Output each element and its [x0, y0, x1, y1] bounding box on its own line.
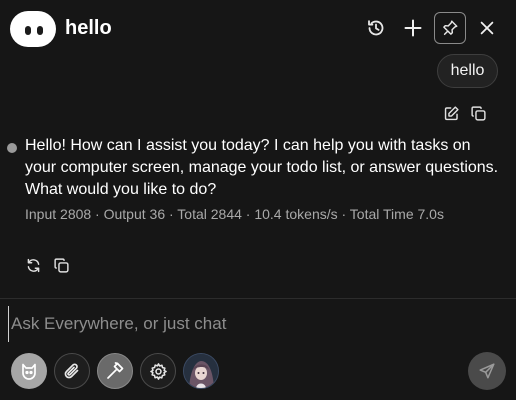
gear-icon — [149, 362, 167, 380]
app-logo — [10, 11, 56, 47]
plus-icon — [404, 19, 422, 37]
edit-icon — [444, 105, 459, 120]
chat-window: hello hello Hello! How can I assist you … — [0, 0, 516, 400]
tools-button[interactable] — [97, 353, 133, 389]
copy-icon — [53, 257, 69, 273]
header: hello — [0, 0, 516, 58]
settings-button[interactable] — [140, 353, 176, 389]
copy-assistant-message-button[interactable] — [52, 256, 70, 274]
pin-button[interactable] — [434, 12, 466, 44]
close-icon — [480, 21, 494, 35]
history-button[interactable] — [360, 12, 392, 44]
input-divider — [0, 298, 516, 299]
paperclip-icon — [64, 363, 79, 379]
history-icon — [368, 20, 384, 36]
avatar — [184, 354, 218, 388]
attach-button[interactable] — [54, 353, 90, 389]
edit-message-button[interactable] — [442, 104, 460, 122]
logo-eye-left — [25, 26, 31, 35]
regenerate-button[interactable] — [24, 256, 42, 274]
refresh-icon — [27, 258, 39, 272]
message-stats: Input 2808 · Output 36 · Total 2844 · 10… — [25, 206, 444, 222]
user-message-bubble: hello — [437, 54, 498, 88]
logo-eye-right — [37, 26, 43, 35]
send-icon — [479, 363, 495, 379]
assistant-message: Hello! How can I assist you today? I can… — [25, 137, 499, 198]
close-button[interactable] — [471, 12, 503, 44]
send-button[interactable] — [468, 352, 506, 390]
cat-mode-icon — [22, 363, 36, 380]
hammer-icon — [107, 362, 124, 379]
copy-icon — [470, 105, 486, 121]
cat-mode-button[interactable] — [11, 353, 47, 389]
copy-user-message-button[interactable] — [469, 104, 487, 122]
chat-title: hello — [65, 17, 112, 39]
pin-icon — [443, 20, 458, 36]
avatar-button[interactable] — [183, 353, 219, 389]
new-chat-button[interactable] — [397, 12, 429, 44]
chat-input[interactable] — [8, 306, 513, 342]
assistant-indicator-dot — [7, 143, 17, 153]
